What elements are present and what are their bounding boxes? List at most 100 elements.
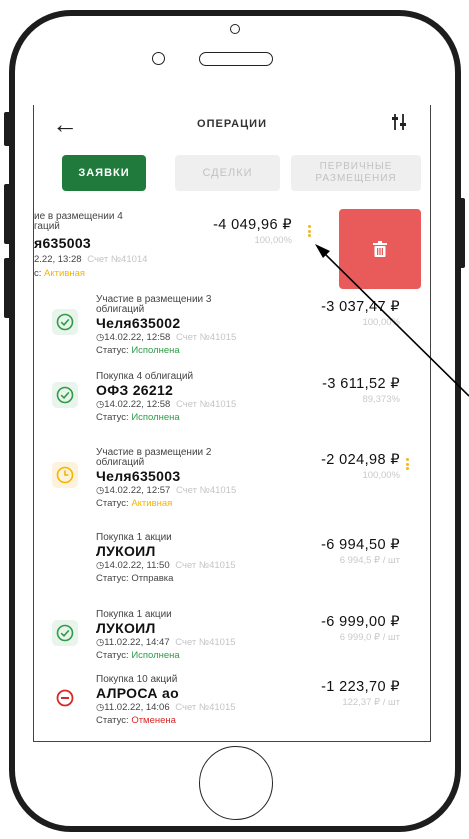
swiped-order-row[interactable]: ие в размещении 4 гаций я635003 2.22, 13… (34, 209, 430, 289)
operation-line1: Покупка 1 акции (96, 532, 172, 543)
order-status: Статус: Исполнена (96, 650, 180, 661)
security-name: ЛУКОИЛ (96, 543, 156, 559)
tab-bar: ЗАЯВКИ СДЕЛКИ ПЕРВИЧНЫЕ РАЗМЕЩЕНИЯ (34, 155, 430, 195)
tab-primary-line2: РАЗМЕЩЕНИЯ (315, 173, 397, 184)
top-bar: ← ОПЕРАЦИИ (34, 105, 430, 145)
tab-deals[interactable]: СДЕЛКИ (175, 155, 280, 191)
phone-power-button (458, 198, 465, 268)
delete-button[interactable] (339, 209, 421, 289)
order-amount: -3 037,47 ₽ (321, 299, 400, 315)
phone-volume-down (4, 258, 11, 318)
status-icon-box (52, 685, 78, 711)
datetime-value: ◷11.02.22, 14:06 (96, 702, 170, 713)
status-icon-box (52, 382, 78, 408)
sliders-icon[interactable] (389, 113, 409, 131)
operation-text: ие в размещении 4 гаций (34, 212, 214, 232)
security-name: Челя635003 (96, 468, 181, 484)
app-screen: ← ОПЕРАЦИИ ЗАЯВКИ СДЕЛКИ ПЕРВИЧНЫЕ РАЗМЕ… (33, 105, 431, 742)
status-badge: Отправка (131, 573, 174, 584)
order-amount: -3 611,52 ₽ (322, 376, 400, 392)
order-datetime: ◷14.02.22, 12:58 Счет №41015 (96, 399, 236, 410)
order-subvalue: 6 999,0 ₽ / шт (339, 632, 400, 643)
status-badge: Отменена (131, 715, 176, 726)
more-vertical-icon[interactable] (406, 458, 409, 472)
status-icon-box (52, 309, 78, 335)
order-subvalue: 89,373% (362, 394, 400, 405)
order-amount: -1 223,70 ₽ (321, 679, 400, 695)
account-number: Счет №41015 (175, 399, 237, 410)
status-label: с: (34, 268, 42, 279)
datetime-value: ◷14.02.22, 12:57 (96, 485, 171, 496)
security-name: ОФЗ 26212 (96, 382, 174, 398)
account-number: Счет №41015 (175, 637, 236, 648)
order-datetime: ◷11.02.22, 14:47 Счет №41015 (96, 637, 236, 648)
status-icon-box (52, 462, 78, 488)
order-datetime: ◷14.02.22, 11:50 Счет №41015 (96, 560, 236, 571)
account-number: Счет №41015 (175, 485, 237, 496)
order-subvalue: 6 994,5 ₽ / шт (339, 555, 400, 566)
operation-line1: Покупка 4 облигаций (96, 371, 194, 382)
datetime-value: ◷14.02.22, 12:58 (96, 332, 171, 343)
operation-text: Участие в размещении 2 облигаций (96, 448, 276, 468)
order-datetime: 2.22, 13:28 Счет №41014 (34, 254, 147, 265)
status-label: Статус: (96, 715, 129, 726)
order-status: с: Активная (34, 268, 85, 279)
tab-orders[interactable]: ЗАЯВКИ (62, 155, 146, 191)
order-subvalue: 100,00% (362, 317, 400, 328)
security-name: ЛУКОИЛ (96, 620, 156, 636)
tab-primary-placements[interactable]: ПЕРВИЧНЫЕ РАЗМЕЩЕНИЯ (291, 155, 421, 191)
datetime-value: ◷14.02.22, 12:58 (96, 399, 171, 410)
order-status: Статус: Отменена (96, 715, 176, 726)
page-title: ОПЕРАЦИИ (197, 118, 267, 130)
order-subvalue: 100,00% (362, 470, 400, 481)
datetime-value: ◷11.02.22, 14:47 (96, 637, 170, 648)
operation-text: Покупка 1 акции (96, 610, 276, 620)
order-datetime: ◷14.02.22, 12:57 Счет №41015 (96, 485, 236, 496)
status-badge: Активная (44, 268, 86, 279)
operation-line2: гаций (34, 221, 60, 232)
security-name: Челя635002 (96, 315, 181, 331)
home-button[interactable] (199, 746, 273, 820)
status-badge: Исполнена (131, 412, 180, 423)
status-label: Статус: (96, 412, 129, 423)
check-circle-icon (56, 313, 74, 331)
security-name: я635003 (34, 235, 91, 251)
order-subvalue: 100,00% (254, 235, 292, 246)
front-camera (230, 24, 240, 34)
check-circle-icon (56, 624, 74, 642)
tab-primary-line1: ПЕРВИЧНЫЕ (319, 161, 393, 172)
earpiece-speaker (199, 52, 273, 66)
phone-mute-switch (4, 112, 11, 146)
order-status: Статус: Активная (96, 498, 172, 509)
datetime-value: 2.22, 13:28 (34, 254, 82, 265)
order-datetime: ◷11.02.22, 14:06 Счет №41015 (96, 702, 236, 713)
operation-line1: Покупка 10 акций (96, 674, 178, 685)
status-label: Статус: (96, 345, 129, 356)
operation-line2: облигаций (96, 457, 145, 468)
trash-icon (373, 241, 387, 257)
account-number: Счет №41015 (175, 332, 237, 343)
order-amount: -4 049,96 ₽ (213, 217, 292, 233)
status-label: Статус: (96, 650, 129, 661)
operation-text: Покупка 10 акций (96, 675, 276, 685)
status-badge: Активная (131, 498, 173, 509)
minus-circle-icon (56, 689, 74, 707)
account-number: Счет №41015 (175, 702, 236, 713)
account-number: Счет №41015 (175, 560, 236, 571)
proximity-sensor (152, 52, 165, 65)
datetime-value: ◷14.02.22, 11:50 (96, 560, 170, 571)
more-vertical-icon[interactable] (308, 225, 311, 239)
order-amount: -2 024,98 ₽ (321, 452, 400, 468)
operation-text: Покупка 1 акции (96, 533, 276, 543)
operation-text: Покупка 4 облигаций (96, 372, 276, 382)
status-label: Статус: (96, 498, 129, 509)
order-amount: -6 999,00 ₽ (321, 614, 400, 630)
order-status: Статус: Исполнена (96, 412, 180, 423)
order-status: Статус: Исполнена (96, 345, 180, 356)
order-datetime: ◷14.02.22, 12:58 Счет №41015 (96, 332, 236, 343)
status-badge: Исполнена (131, 345, 180, 356)
status-badge: Исполнена (131, 650, 180, 661)
operation-text: Участие в размещении 3 облигаций (96, 295, 276, 315)
operation-line2: облигаций (96, 304, 145, 315)
operation-line1: ие в размещении 4 (34, 211, 123, 222)
